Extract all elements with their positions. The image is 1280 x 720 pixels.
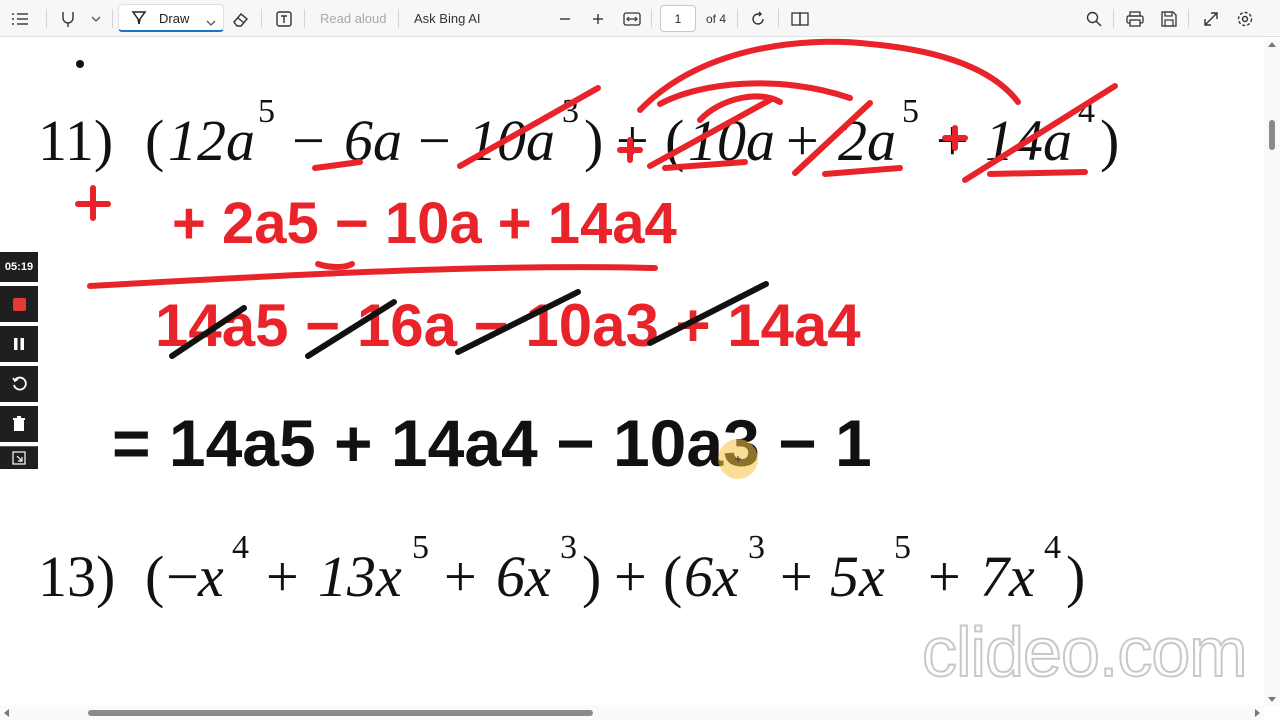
recording-timer: 05:19 [0,252,38,282]
chevron-down-icon[interactable] [86,9,106,29]
svg-text:−: − [418,108,451,173]
vertical-scroll-thumb[interactable] [1269,120,1275,150]
settings-icon[interactable] [1235,9,1255,29]
svg-text:(: ( [663,544,682,609]
draw-button[interactable]: Draw [118,4,224,32]
collapse-icon [12,451,26,465]
svg-text:+: + [266,544,299,609]
restart-button[interactable] [0,366,38,402]
ask-bing-button[interactable]: Ask Bing AI [414,0,480,37]
problem-11-number: 11) [38,108,113,173]
collapse-button[interactable] [0,446,38,469]
scroll-left-icon[interactable] [4,709,9,717]
page-number-input[interactable] [660,5,696,32]
svg-text:(: ( [665,108,684,173]
svg-text:−: − [166,544,199,609]
svg-text:(: ( [145,108,164,173]
read-aloud-button[interactable]: Read aloud [320,0,387,37]
term-13x: 13x [318,544,402,609]
svg-text:): ) [582,544,601,609]
exp-5a: 5 [412,529,429,566]
term-2a: 2a [838,108,896,173]
pdf-toolbar: Draw Read aloud Ask Bing AI of 4 [0,0,1280,37]
zoom-in-icon[interactable] [588,9,608,29]
scroll-up-icon[interactable] [1268,42,1276,47]
svg-text:(: ( [145,544,164,609]
print-icon[interactable] [1125,9,1145,29]
highlight-icon[interactable] [58,9,78,29]
page-total: of 4 [706,11,727,26]
svg-text:+: + [928,544,961,609]
draw-chevron-icon [206,14,216,32]
exp-3b: 3 [748,529,765,566]
pen-icon [131,10,147,31]
exp-4a: 4 [232,529,249,566]
contents-icon[interactable] [10,9,30,29]
rotate-icon[interactable] [748,9,768,29]
pause-icon [14,338,24,350]
pdf-page: 11) ( 12a 5 − 6a − 10a 3 ) + ( 10a + 2a … [0,38,1264,706]
draw-label: Draw [159,11,190,26]
fullscreen-icon[interactable] [1201,9,1221,29]
term-x: x [197,544,224,609]
term-7x: 7x [980,544,1035,609]
page-view-icon[interactable] [790,9,810,29]
svg-text:−: − [292,108,325,173]
svg-text:+: + [780,544,813,609]
problem-13-number: 13) [38,544,115,609]
eraser-icon[interactable] [231,9,251,29]
horizontal-scrollbar[interactable] [0,705,1264,720]
search-icon[interactable] [1084,9,1104,29]
stop-button[interactable] [0,286,38,322]
answer-line: = 14a5 + 14a4 − 10a3 − 1 [112,406,872,480]
svg-text:): ) [1100,108,1119,173]
svg-text:+: + [444,544,477,609]
pause-button[interactable] [0,326,38,362]
stop-icon [12,297,26,311]
svg-text:): ) [1066,544,1085,609]
vertical-scrollbar[interactable] [1264,38,1280,706]
scroll-down-icon[interactable] [1268,697,1276,702]
delete-icon [13,416,25,431]
term-6x-2: 6x [684,544,739,609]
rewrite-line: + 2a5 − 10a + 14a4 [172,191,677,256]
watermark: clideo.com [921,612,1249,692]
delete-button[interactable] [0,406,38,442]
fit-width-icon[interactable] [622,9,642,29]
term-5x: 5x [830,544,885,609]
zoom-out-icon[interactable] [555,9,575,29]
scroll-right-icon[interactable] [1255,709,1260,717]
svg-text:+: + [614,544,647,609]
exp-5c: 5 [894,529,911,566]
svg-text:): ) [584,108,603,173]
horizontal-scroll-thumb[interactable] [88,710,593,716]
restart-icon [12,376,27,391]
save-icon[interactable] [1159,9,1179,29]
exp-3a: 3 [560,529,577,566]
term-6x: 6x [496,544,551,609]
term-12a: 12a [168,108,255,173]
text-box-icon[interactable] [274,9,294,29]
exp-5: 5 [258,93,275,130]
exp-5b: 5 [902,93,919,130]
exp-4c: 4 [1044,529,1061,566]
